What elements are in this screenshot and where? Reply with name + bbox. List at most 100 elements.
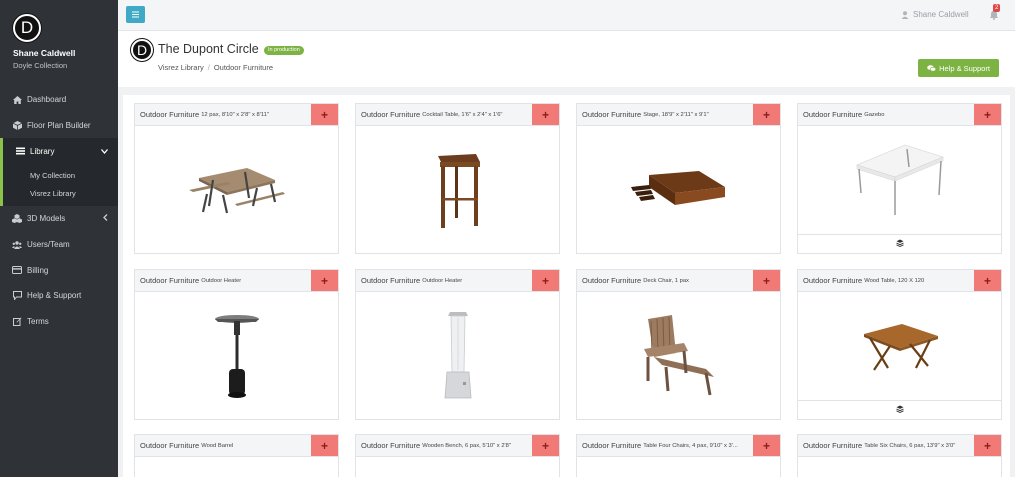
help-support-label: Help & Support (939, 63, 990, 73)
list-icon (15, 147, 25, 156)
card-category: Outdoor Furniture (361, 441, 421, 450)
library-card[interactable]: Outdoor Furniture Stage, 18'9" x 2'11" x… (576, 103, 781, 254)
stage-image[interactable] (577, 126, 780, 253)
library-card[interactable]: Outdoor Furniture Table Four Chairs, 4 p… (576, 434, 781, 477)
card-header: Outdoor Furniture Cocktail Table, 1'6" x… (356, 104, 559, 126)
edit-icon (12, 317, 22, 327)
chevron-left-icon (103, 214, 108, 223)
sidebar-item-billing[interactable]: Billing (0, 257, 118, 283)
layers-icon[interactable] (895, 405, 904, 415)
card-category: Outdoor Furniture (803, 441, 863, 450)
profile-name: Shane Caldwell (13, 48, 76, 58)
cocktail-table-image[interactable] (356, 126, 559, 253)
sidebar-item-label: Billing (27, 265, 49, 275)
sidebar-item-3d-models[interactable]: 3D Models (0, 206, 118, 232)
add-button[interactable]: + (311, 104, 338, 125)
user-icon (901, 10, 909, 19)
sidebar-item-help-support[interactable]: Help & Support (0, 283, 118, 309)
add-button[interactable]: + (532, 104, 559, 125)
sidebar-item-my-collection[interactable]: My Collection (3, 166, 118, 184)
outdoor-heater-image[interactable] (135, 292, 338, 419)
cubes-icon (12, 214, 22, 224)
card-category: Outdoor Furniture (582, 110, 642, 119)
card-category: Outdoor Furniture (361, 110, 421, 119)
add-button[interactable]: + (753, 270, 780, 291)
sidebar-item-users-team[interactable]: Users/Team (0, 232, 118, 258)
sidebar-item-visrez-library[interactable]: Visrez Library (3, 184, 118, 202)
sidebar-item-terms[interactable]: Terms (0, 309, 118, 335)
sidebar-item-label: Library (30, 146, 55, 156)
glass-heater-image[interactable] (356, 292, 559, 419)
picnic-table-image[interactable] (135, 126, 338, 253)
card-header: Outdoor Furniture Outdoor Heater + (135, 270, 338, 292)
card-header: Outdoor Furniture Deck Chair, 1 pax + (577, 270, 780, 292)
sidebar-item-label: Users/Team (27, 240, 70, 250)
add-button[interactable]: + (974, 270, 1001, 291)
card-header: Outdoor Furniture Table Six Chairs, 6 pa… (798, 435, 1001, 457)
user-name: Shane Caldwell (913, 10, 969, 19)
add-button[interactable]: + (753, 104, 780, 125)
add-button[interactable]: + (974, 435, 1001, 456)
card-name: 12 pax, 8'10" x 2'8" x 8'11" (201, 111, 269, 118)
card-name: Outdoor Heater (422, 277, 463, 284)
page-title: The Dupont Circle (158, 42, 259, 56)
card-name: Outdoor Heater (201, 277, 242, 284)
card-name: Table Four Chairs, 4 pax, 9'10" x 3'... (643, 442, 738, 449)
library-card[interactable]: Outdoor Furniture Outdoor Heater + (134, 269, 339, 420)
sidebar: D Shane Caldwell Doyle Collection Dashbo… (0, 0, 118, 477)
card-header: Outdoor Furniture Gazebo + (798, 104, 1001, 126)
card-header: Outdoor Furniture Wood Barrel + (135, 435, 338, 457)
card-category: Outdoor Furniture (803, 276, 863, 285)
library-card[interactable]: Outdoor Furniture Wood Barrel + (134, 434, 339, 477)
chevron-down-icon (101, 147, 108, 156)
library-card[interactable]: Outdoor Furniture Wood Table, 120 X 120 … (797, 269, 1002, 420)
gazebo-image[interactable] (798, 126, 1001, 234)
card-name: Gazebo (864, 111, 885, 118)
card-name: Wooden Bench, 6 pax, 5'10" x 2'8" (422, 442, 511, 449)
deck-chair-image[interactable] (577, 292, 780, 419)
card-name: Wood Table, 120 X 120 (864, 277, 925, 284)
menu-toggle-button[interactable] (126, 6, 145, 23)
sidebar-item-label: 3D Models (27, 214, 66, 224)
sidebar-item-dashboard[interactable]: Dashboard (0, 87, 118, 113)
sidebar-item-label: Terms (27, 317, 49, 327)
help-support-button[interactable]: Help & Support (918, 59, 999, 77)
card-icon (12, 266, 22, 275)
library-card[interactable]: Outdoor Furniture Cocktail Table, 1'6" x… (355, 103, 560, 254)
layers-icon[interactable] (895, 239, 904, 249)
page-header: D The Dupont Circle In production Visrez… (118, 31, 1015, 87)
avatar[interactable]: D (13, 14, 41, 42)
card-header: Outdoor Furniture Outdoor Heater + (356, 270, 559, 292)
sidebar-item-label: Help & Support (27, 291, 82, 301)
sidebar-item-library[interactable]: Library (0, 138, 118, 165)
wood-table-image[interactable] (798, 292, 1001, 400)
library-card[interactable]: Outdoor Furniture Wooden Bench, 6 pax, 5… (355, 434, 560, 477)
users-icon (12, 240, 22, 249)
card-name: Deck Chair, 1 pax (643, 277, 689, 284)
library-card[interactable]: Outdoor Furniture Gazebo + (797, 103, 1002, 254)
add-button[interactable]: + (311, 270, 338, 291)
add-button[interactable]: + (753, 435, 780, 456)
user-menu[interactable]: Shane Caldwell (901, 10, 969, 19)
status-badge: In production (264, 46, 304, 55)
breadcrumb-item-visrez-library[interactable]: Visrez Library (158, 63, 204, 72)
card-header: Outdoor Furniture Table Four Chairs, 4 p… (577, 435, 780, 457)
library-card[interactable]: Outdoor Furniture Outdoor Heater + (355, 269, 560, 420)
cube-icon (12, 121, 22, 131)
library-card[interactable]: Outdoor Furniture Table Six Chairs, 6 pa… (797, 434, 1002, 477)
card-category: Outdoor Furniture (582, 276, 642, 285)
library-card[interactable]: Outdoor Furniture 12 pax, 8'10" x 2'8" x… (134, 103, 339, 254)
add-button[interactable]: + (311, 435, 338, 456)
add-button[interactable]: + (974, 104, 1001, 125)
card-header: Outdoor Furniture Stage, 18'9" x 2'11" x… (577, 104, 780, 126)
library-card[interactable]: Outdoor Furniture Deck Chair, 1 pax + (576, 269, 781, 420)
breadcrumb-item-outdoor-furniture: Outdoor Furniture (213, 63, 274, 72)
sidebar-item-floor-plan-builder[interactable]: Floor Plan Builder (0, 113, 118, 139)
card-header: Outdoor Furniture Wood Table, 120 X 120 … (798, 270, 1001, 292)
card-category: Outdoor Furniture (803, 110, 863, 119)
profile: D Shane Caldwell Doyle Collection (0, 0, 118, 80)
breadcrumb: Visrez Library / Outdoor Furniture (158, 63, 273, 72)
add-button[interactable]: + (532, 435, 559, 456)
add-button[interactable]: + (532, 270, 559, 291)
profile-collection: Doyle Collection (13, 61, 68, 70)
